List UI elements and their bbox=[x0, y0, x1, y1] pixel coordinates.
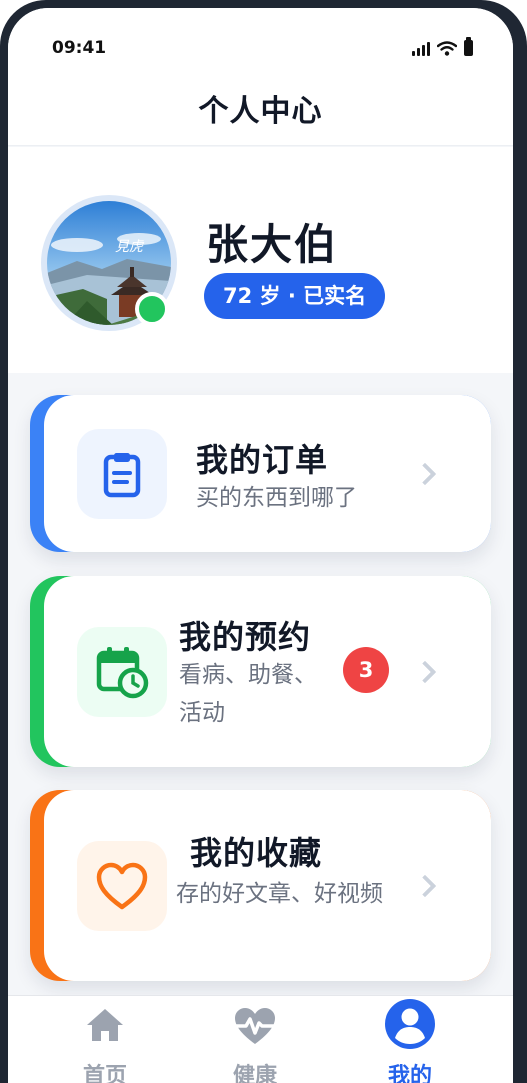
tab-label: 我的 bbox=[387, 1064, 432, 1083]
bottom-tab-bar: 首页 健康 我的 bbox=[8, 995, 513, 1083]
wifi-icon bbox=[437, 41, 457, 56]
appointment-count-badge: 3 bbox=[343, 647, 389, 693]
tab-home[interactable]: 首页 bbox=[45, 996, 165, 1083]
card-title: 我的收藏 bbox=[190, 834, 323, 872]
status-icons bbox=[412, 37, 473, 56]
nav-bar: 个人中心 bbox=[8, 68, 513, 146]
tab-label: 健康 bbox=[232, 1064, 277, 1083]
user-name: 张大伯 bbox=[206, 220, 339, 269]
card-desc: 看病、助餐、活动 bbox=[179, 662, 317, 726]
user-circle-icon bbox=[385, 999, 435, 1049]
card-body: 我的收藏 存的好文章、好视频 bbox=[44, 790, 491, 981]
online-status-dot bbox=[135, 292, 169, 326]
age-verified-badge: 72 岁 · 已实名 bbox=[204, 273, 386, 319]
avatar-caption: 見虎 bbox=[115, 239, 145, 255]
tab-profile[interactable]: 我的 bbox=[350, 996, 470, 1083]
chevron-right-icon bbox=[413, 660, 437, 683]
heart-pulse-icon bbox=[232, 1008, 278, 1044]
status-time: 09:41 bbox=[52, 38, 107, 58]
signal-icon bbox=[412, 42, 430, 56]
menu-card-favorites[interactable]: 我的收藏 存的好文章、好视频 bbox=[30, 790, 491, 981]
card-body: 我的预约 看病、助餐、活动 3 bbox=[44, 576, 491, 767]
menu-card-orders[interactable]: 我的订单 买的东西到哪了 bbox=[30, 395, 491, 552]
profile-header: 見虎 张大伯 72 岁 · 已实名 bbox=[8, 147, 513, 373]
heart-icon bbox=[77, 841, 167, 931]
card-title: 我的预约 bbox=[179, 618, 312, 656]
page-title: 个人中心 bbox=[198, 94, 323, 129]
chevron-right-icon bbox=[413, 462, 437, 485]
card-title: 我的订单 bbox=[196, 441, 329, 479]
chevron-right-icon bbox=[413, 874, 437, 898]
tab-health[interactable]: 健康 bbox=[195, 996, 315, 1083]
phone-frame: 09:41 个人中心 見虎 张大伯 72 岁 · 已实名 我的订单 买的东西到哪… bbox=[0, 0, 527, 1083]
status-bar: 09:41 bbox=[8, 8, 513, 68]
home-icon bbox=[87, 1009, 123, 1041]
tab-label: 首页 bbox=[82, 1064, 127, 1083]
menu-card-appointments[interactable]: 我的预约 看病、助餐、活动 3 bbox=[30, 576, 491, 767]
app-screen: 09:41 个人中心 見虎 张大伯 72 岁 · 已实名 我的订单 买的东西到哪… bbox=[8, 8, 513, 1083]
battery-icon bbox=[464, 37, 473, 56]
calendar-clock-icon bbox=[77, 627, 167, 717]
clipboard-icon bbox=[77, 429, 167, 519]
card-body: 我的订单 买的东西到哪了 bbox=[44, 395, 491, 552]
card-desc: 买的东西到哪了 bbox=[196, 485, 357, 511]
card-desc: 存的好文章、好视频 bbox=[176, 881, 383, 907]
